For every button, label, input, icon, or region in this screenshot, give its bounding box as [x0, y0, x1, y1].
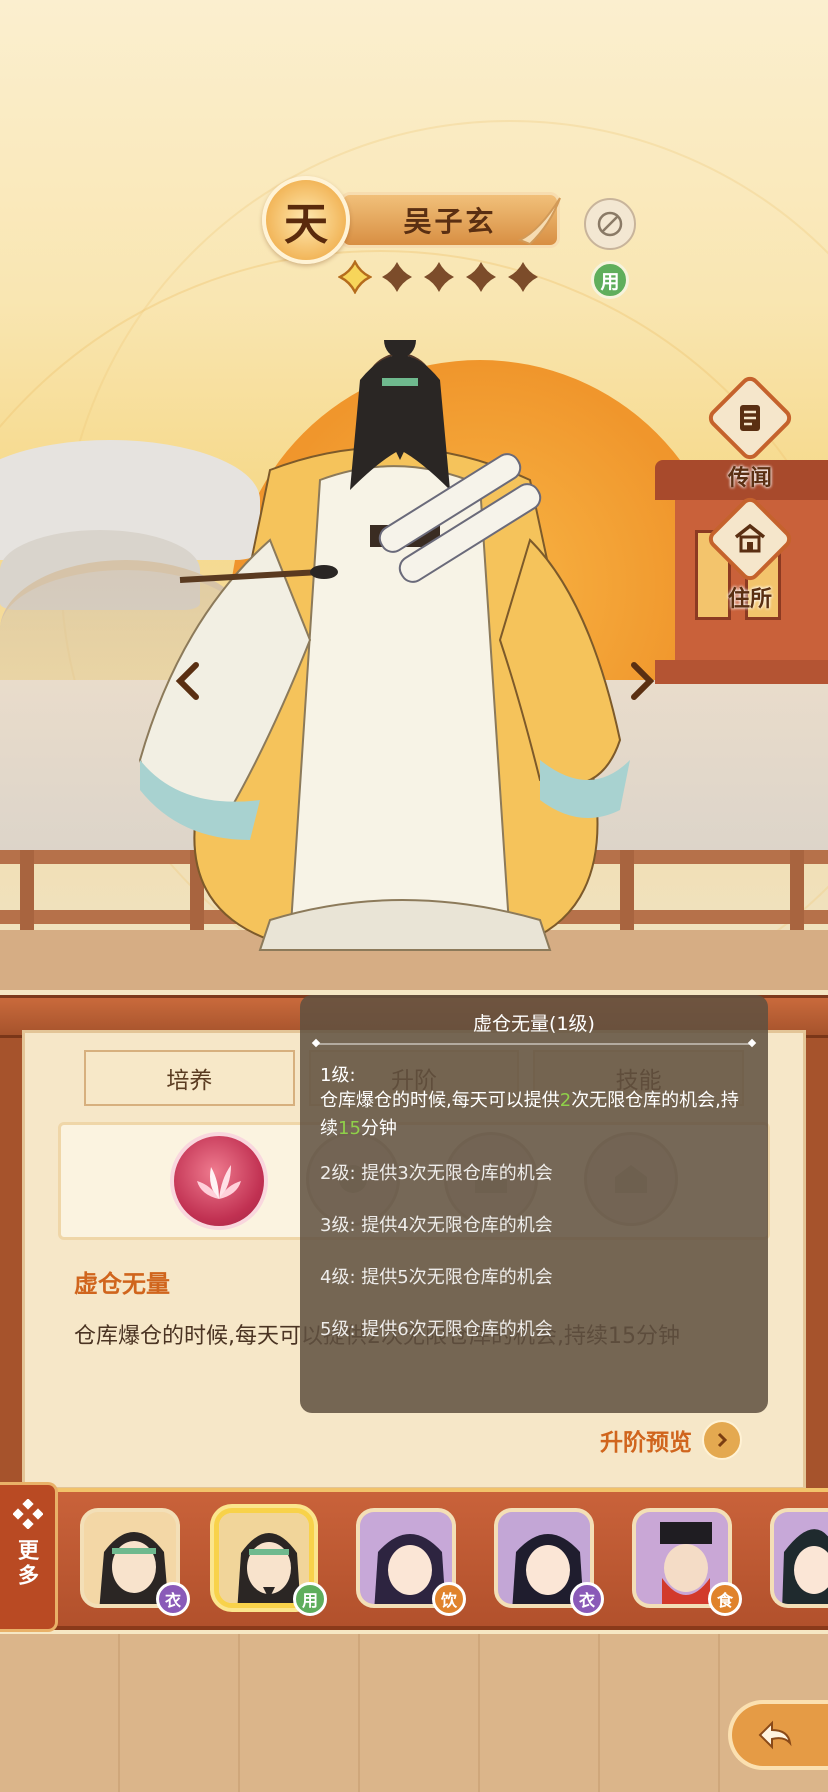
tooltip-level1-times: 2 — [559, 1090, 572, 1111]
character-name: 吴子玄 — [403, 205, 497, 238]
rumors-label: 传闻 — [727, 466, 772, 491]
wooden-floor — [0, 1634, 828, 1792]
promotion-preview-link[interactable]: 升阶预览 — [600, 1420, 742, 1460]
tooltip-level1-suffix: 分钟 — [360, 1118, 397, 1139]
star-icon — [378, 258, 416, 296]
clothing-badge: 衣 — [156, 1582, 190, 1616]
tooltip-level1-minutes: 15 — [338, 1118, 361, 1139]
star-icon — [462, 258, 500, 296]
promotion-preview-label: 升阶预览 — [600, 1430, 692, 1456]
star-icon — [504, 258, 542, 296]
back-button[interactable] — [728, 1700, 828, 1770]
drink-badge: 饮 — [432, 1582, 466, 1616]
tab-cultivate[interactable]: 培养 — [84, 1050, 295, 1106]
house-icon — [704, 493, 796, 585]
in-use-badge: 用 — [591, 261, 629, 299]
star-icon — [420, 258, 458, 296]
chevron-right-icon — [702, 1420, 742, 1460]
character-portrait[interactable] — [770, 1508, 828, 1608]
brush-stroke-icon — [517, 197, 561, 246]
more-button[interactable]: 更多 — [0, 1482, 58, 1632]
clothing-badge: 衣 — [570, 1582, 604, 1616]
tooltip-title: 虚仓无量(1级) — [473, 1013, 595, 1035]
residence-button[interactable]: 住所 — [704, 493, 796, 617]
back-arrow-icon — [758, 1720, 792, 1750]
grade-text: 天 — [284, 199, 328, 250]
star-rating — [336, 258, 542, 296]
brush-circle-icon[interactable] — [584, 198, 636, 250]
skill-title: 虚仓无量 — [74, 1270, 170, 1298]
lotus-skill-icon[interactable] — [170, 1132, 268, 1230]
tooltip-level3: 3级: 提供4次无限仓库的机会 — [320, 1215, 553, 1236]
diamond-cluster-icon — [12, 1499, 43, 1529]
in-use-badge-small: 用 — [293, 1582, 327, 1616]
grade-badge: 天 — [262, 176, 350, 264]
rumors-button[interactable]: 传闻 — [704, 372, 796, 496]
star-icon-filled — [336, 258, 374, 296]
scroll-icon — [704, 372, 796, 464]
skill-tooltip: 虚仓无量(1级) 1级: 仓库爆仓的时候,每天可以提供2次无限仓库的机会,持续1… — [300, 995, 768, 1413]
tooltip-level1-description: 仓库爆仓的时候,每天可以提供2次无限仓库的机会,持续15分钟 — [320, 1087, 756, 1143]
food-badge: 食 — [708, 1582, 742, 1616]
tooltip-divider — [316, 1043, 752, 1045]
prev-character-arrow[interactable] — [168, 656, 208, 706]
residence-label: 住所 — [727, 587, 772, 612]
tooltip-level4: 4级: 提供5次无限仓库的机会 — [320, 1267, 553, 1288]
tooltip-level2: 2级: 提供3次无限仓库的机会 — [320, 1163, 553, 1184]
tooltip-level5: 5级: 提供6次无限仓库的机会 — [320, 1319, 553, 1340]
tab-cultivate-label: 培养 — [166, 1068, 213, 1094]
tooltip-level1-label: 1级: — [320, 1065, 356, 1086]
next-character-arrow[interactable] — [622, 656, 662, 706]
tooltip-level1-prefix: 仓库爆仓的时候,每天可以提供 — [320, 1090, 560, 1111]
more-label: 更多 — [15, 1539, 40, 1589]
